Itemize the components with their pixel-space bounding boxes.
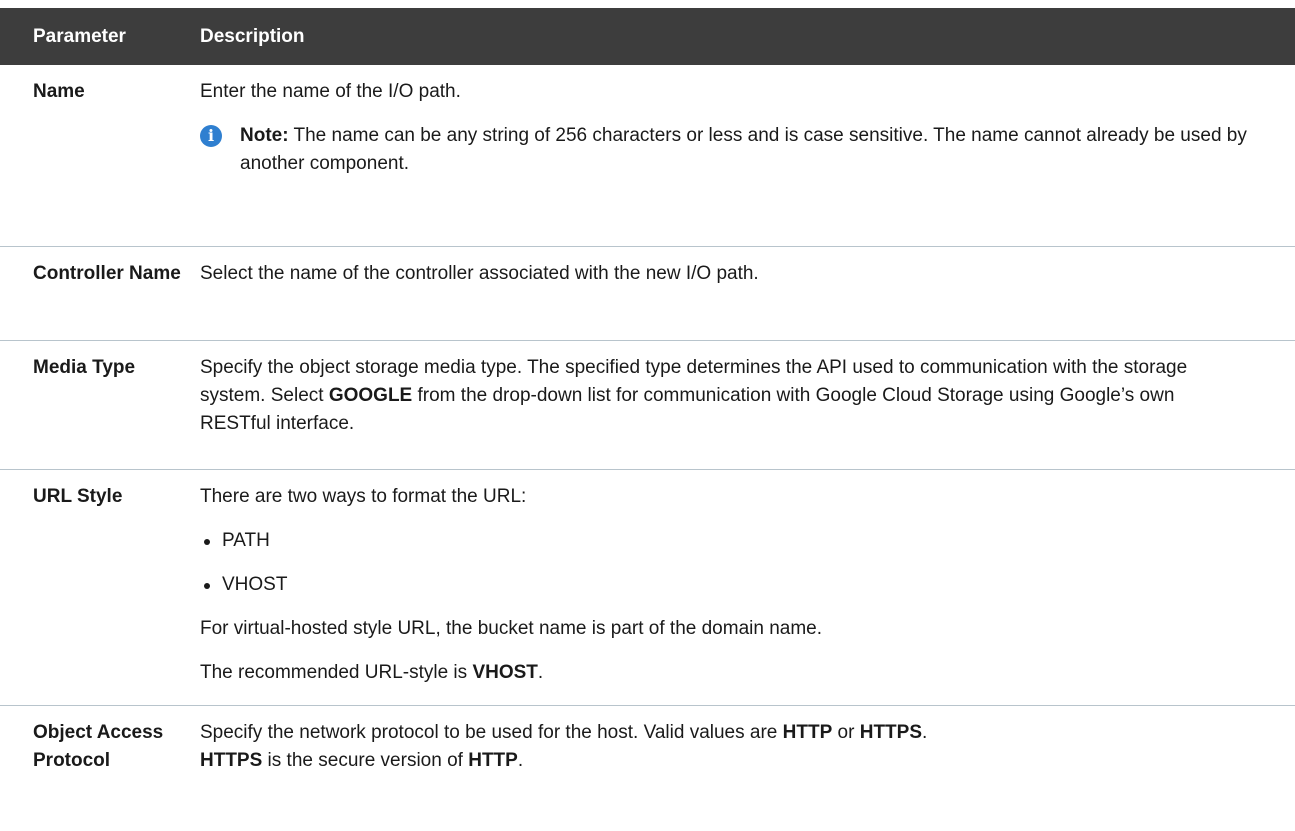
param-description: There are two ways to format the URL: PA…	[190, 469, 1295, 706]
list-item: PATH	[200, 527, 1249, 555]
list-item: VHOST	[200, 571, 1249, 599]
description-text: Specify the network protocol to be used …	[200, 722, 928, 771]
table-row: Controller Name Select the name of the c…	[0, 246, 1295, 341]
description-text: For virtual-hosted style URL, the bucket…	[200, 618, 823, 639]
url-style-options: PATH VHOST	[200, 527, 1249, 599]
description-text: There are two ways to format the URL:	[200, 486, 527, 507]
table-row: URL Style There are two ways to format t…	[0, 469, 1295, 706]
header-description: Description	[190, 8, 1295, 65]
note-text: The name can be any string of 256 charac…	[240, 125, 1247, 174]
param-description: Select the name of the controller associ…	[190, 246, 1295, 341]
param-name: Object Access Protocol	[33, 722, 164, 771]
param-description: Enter the name of the I/O path. i Note: T…	[190, 65, 1295, 247]
param-description: Specify the object storage media type. T…	[190, 340, 1295, 470]
info-icon: i	[200, 125, 222, 147]
table-row: Media Type Specify the object storage me…	[0, 340, 1295, 470]
recommendation-text: The recommended URL-style is VHOST.	[200, 662, 544, 683]
table-row: Object Access Protocol Specify the netwo…	[0, 706, 1295, 776]
table-header: Parameter Description	[0, 8, 1295, 65]
param-name: URL Style	[0, 469, 190, 706]
previous-page-text-fragment	[0, 0, 1295, 8]
header-parameter: Parameter	[0, 8, 190, 65]
description-text: Enter the name of the I/O path.	[200, 81, 461, 102]
note-block: i Note: The name can be any string of 256…	[200, 122, 1249, 178]
media-type-google: GOOGLE	[328, 385, 413, 406]
param-name: Name	[0, 65, 190, 247]
description-text: Specify the object storage media type. T…	[200, 357, 1188, 434]
param-name: Controller Name	[0, 246, 190, 341]
description-text: Select the name of the controller associ…	[200, 263, 759, 284]
parameter-table: Parameter Description Name Enter the nam…	[0, 8, 1295, 775]
note-label: Note:	[240, 125, 289, 146]
table-row: Name Enter the name of the I/O path. i No…	[0, 65, 1295, 247]
param-description: Specify the network protocol to be used …	[190, 706, 1295, 776]
param-name: Media Type	[0, 340, 190, 470]
